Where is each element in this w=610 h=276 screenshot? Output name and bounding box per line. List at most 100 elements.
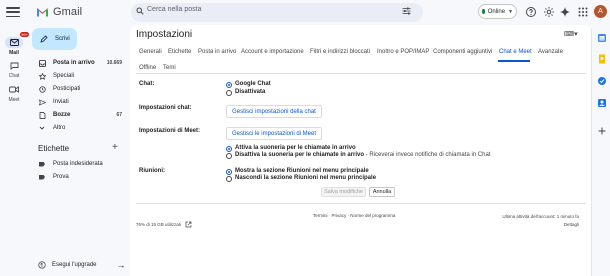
nav-drafts[interactable]: Bozze 67 xyxy=(32,109,126,121)
search-options-icon[interactable] xyxy=(402,7,411,15)
manage-chat-settings-button[interactable]: Gestisci impostazioni della chat xyxy=(226,105,322,118)
labels-title: Etichette xyxy=(38,144,70,153)
cancel-button[interactable]: Annulla xyxy=(369,187,395,197)
page-title: Impostazioni xyxy=(136,29,193,40)
gmail-logo[interactable]: Gmail xyxy=(36,6,82,18)
account-avatar[interactable]: A xyxy=(594,5,607,18)
radio-ring-off[interactable] xyxy=(226,153,232,159)
tab-offline[interactable]: Offline xyxy=(139,65,156,71)
tab-etichette[interactable]: Etichette xyxy=(168,49,191,55)
nav-label: Prova xyxy=(53,174,69,180)
bottom-divider xyxy=(136,203,586,204)
upgrade-link[interactable]: Esegui l'upgrade → xyxy=(38,260,126,270)
terms-link[interactable]: Termini xyxy=(313,213,328,218)
meet-settings-label: Impostazioni di Meet: xyxy=(139,128,201,134)
nav-label: Speciali xyxy=(53,73,75,79)
manage-meet-settings-button[interactable]: Gestisci le impostazioni di Meet xyxy=(226,127,322,140)
tab-avanzate[interactable]: Avanzate xyxy=(538,49,563,55)
nav-count: 67 xyxy=(116,112,122,118)
rail-chat-label: Chat xyxy=(8,73,20,79)
gemini-sparkle-icon[interactable] xyxy=(559,6,571,18)
option-meetings-hide[interactable]: Nascondi la sezione Riunioni nel menu pr… xyxy=(235,175,376,181)
tab-temi[interactable]: Temi xyxy=(163,65,176,71)
nav-label: Posta indesiderata xyxy=(53,161,103,167)
status-label: Online xyxy=(487,8,506,15)
storage-label: 76% di 15 GB utilizzati xyxy=(136,222,182,227)
meetings-row-label: Riunioni: xyxy=(139,168,165,174)
settings-panel xyxy=(130,25,591,276)
option-meetings-show[interactable]: Mostra la sezione Riunioni nel menu prin… xyxy=(235,168,369,174)
nav-sent[interactable]: Inviati xyxy=(32,96,126,108)
option-ring-off[interactable]: Disattiva la suoneria per le chiamate in… xyxy=(235,152,490,158)
rail-mail-label: Mail xyxy=(9,50,19,56)
gmail-m-icon xyxy=(37,8,48,17)
option-chat-off[interactable]: Disattivata xyxy=(235,89,265,95)
tab-filtri[interactable]: Filtri e indirizzi bloccati xyxy=(310,49,370,55)
option-ring-on[interactable]: Attiva la suoneria per le chiamate in ar… xyxy=(235,145,356,151)
tab-componenti[interactable]: Componenti aggiuntivi xyxy=(433,49,492,55)
nav-starred[interactable]: Speciali xyxy=(32,70,126,82)
privacy-link[interactable]: Privacy xyxy=(332,213,347,218)
external-link-icon[interactable] xyxy=(185,221,192,228)
account-activity: Ultima attività dell'account: 1 minuto f… xyxy=(495,213,579,229)
chat-row-label: Chat: xyxy=(139,81,155,87)
ring-off-text: Disattiva la suoneria per le chiamate in… xyxy=(235,152,365,158)
tab-posta-in-arrivo[interactable]: Posta in arrivo xyxy=(198,49,236,55)
radio-chat-off[interactable] xyxy=(226,90,232,96)
settings-gear-icon[interactable] xyxy=(543,6,555,18)
nav-inbox[interactable]: Posta in arrivo 10.669 xyxy=(32,57,126,69)
tab-generali[interactable]: Generali xyxy=(139,49,162,55)
apps-grid-icon[interactable] xyxy=(577,6,589,18)
help-icon[interactable] xyxy=(525,6,537,18)
chat-icon xyxy=(10,62,18,70)
contacts-icon[interactable] xyxy=(597,98,607,108)
search-icon[interactable] xyxy=(136,7,144,15)
main-menu-button[interactable] xyxy=(6,6,20,18)
video-camera-icon xyxy=(9,86,19,93)
ring-off-note: - Riceverai invece notifiche di chiamata… xyxy=(364,152,491,158)
add-apps-icon[interactable] xyxy=(597,126,607,136)
nav-label-prova[interactable]: Prova xyxy=(32,171,126,183)
search-input[interactable]: Cerca nella posta xyxy=(147,6,201,13)
radio-ring-on[interactable] xyxy=(226,146,232,152)
keep-icon[interactable] xyxy=(597,54,607,64)
mail-icon xyxy=(9,39,19,46)
google-one-icon xyxy=(38,261,46,269)
add-label-icon[interactable]: + xyxy=(112,142,118,153)
draft-icon xyxy=(39,111,45,119)
nav-label-spam[interactable]: Posta indesiderata xyxy=(32,158,126,170)
rail-mail[interactable]: 99+ Mail xyxy=(0,32,29,56)
tab-chat-e-meet[interactable]: Chat e Meet xyxy=(499,49,532,55)
upgrade-label: Esegui l'upgrade xyxy=(52,262,97,268)
nav-snoozed[interactable]: Posticipati xyxy=(32,83,126,95)
nav-more[interactable]: Altro xyxy=(32,122,126,134)
rail-chat[interactable]: Chat xyxy=(0,60,28,79)
side-panel-divider xyxy=(591,28,592,276)
keyboard-icon[interactable]: ⌨▾ xyxy=(564,30,578,38)
nav-count: 10.669 xyxy=(106,60,122,66)
inbox-icon xyxy=(38,59,46,67)
active-tab-indicator xyxy=(498,60,530,62)
label-tag-icon xyxy=(39,174,45,180)
save-changes-button[interactable]: Salva modifiche xyxy=(321,187,366,197)
activity-details-link[interactable]: Dettagli xyxy=(495,221,579,229)
status-dot-icon xyxy=(482,9,485,14)
rail-meet[interactable]: Meet xyxy=(0,84,28,103)
rail-meet-label: Meet xyxy=(8,97,20,103)
radio-meetings-show[interactable] xyxy=(226,169,232,175)
radio-meetings-hide[interactable] xyxy=(226,176,232,182)
nav-label: Posticipati xyxy=(53,86,81,92)
arrow-right-icon: → xyxy=(116,260,126,270)
option-google-chat[interactable]: Google Chat xyxy=(235,81,271,87)
chevron-down-icon: ▼ xyxy=(508,8,513,15)
compose-label: Scrivi xyxy=(55,36,70,42)
tasks-icon[interactable] xyxy=(597,76,607,86)
calendar-icon[interactable]: 31 xyxy=(597,33,607,43)
tab-inoltro[interactable]: Inoltro e POP/IMAP xyxy=(377,49,429,55)
compose-button[interactable]: Scrivi xyxy=(32,28,77,50)
mail-badge: 99+ xyxy=(20,32,29,37)
radio-google-chat[interactable] xyxy=(226,82,232,88)
status-selector[interactable]: Online ▼ xyxy=(478,4,517,19)
tab-account[interactable]: Account e importazione xyxy=(241,49,304,55)
program-policy-link[interactable]: Norme del programma xyxy=(350,213,395,218)
